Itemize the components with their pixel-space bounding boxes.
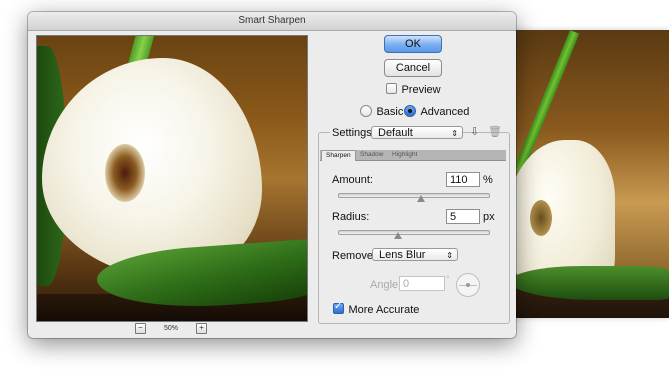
smart-sharpen-dialog: Smart Sharpen − 50% + OK Cancel Preview … — [28, 12, 516, 338]
save-settings-icon[interactable]: ⇩ — [470, 125, 479, 138]
window-title: Smart Sharpen — [28, 12, 516, 31]
angle-unit: ° — [446, 274, 450, 284]
preview-image[interactable] — [36, 35, 308, 322]
settings-value: Default — [378, 127, 413, 139]
amount-label: Amount: — [332, 174, 373, 186]
preview-flower-center — [105, 144, 145, 202]
more-accurate-toggle[interactable]: More Accurate — [333, 300, 419, 318]
angle-dial — [456, 273, 480, 297]
background-photo — [500, 30, 669, 318]
remove-value: Lens Blur — [379, 249, 426, 261]
zoom-controls: − 50% + — [36, 321, 306, 335]
basic-label: Basic — [376, 106, 404, 118]
preview-toggle[interactable]: Preview — [386, 80, 441, 98]
preview-checkbox[interactable] — [386, 83, 397, 95]
mode-basic[interactable]: Basic — [360, 102, 403, 120]
radius-unit: px — [483, 211, 495, 223]
tab-shadow[interactable]: Shadow — [356, 150, 388, 160]
photo-flower-center — [530, 200, 552, 236]
more-accurate-label: More Accurate — [348, 304, 420, 316]
trash-icon[interactable]: 🗑 — [488, 125, 502, 138]
ok-button[interactable]: OK — [384, 35, 442, 53]
remove-select[interactable]: Lens Blur ⇕ — [372, 248, 458, 261]
advanced-radio[interactable] — [404, 104, 416, 117]
mode-advanced[interactable]: Advanced — [404, 102, 469, 120]
tab-highlight[interactable]: Highlight — [388, 150, 421, 160]
zoom-level: 50% — [163, 324, 178, 332]
settings-label: Settings: — [330, 127, 377, 139]
basic-radio[interactable] — [360, 104, 372, 117]
zoom-out-icon[interactable]: − — [134, 322, 146, 334]
zoom-in-icon[interactable]: + — [196, 322, 207, 334]
amount-unit: % — [483, 174, 493, 186]
amount-slider[interactable] — [338, 193, 490, 198]
tab-strip: Sharpen Shadow Highlight — [320, 150, 506, 161]
tab-sharpen[interactable]: Sharpen — [321, 150, 356, 161]
angle-label: Angle: — [370, 279, 402, 291]
select-arrows-icon: ⇕ — [446, 251, 453, 260]
angle-input: 0 — [399, 276, 445, 291]
remove-label: Remove: — [332, 250, 377, 262]
radius-slider-thumb[interactable] — [394, 232, 402, 239]
amount-slider-thumb[interactable] — [417, 195, 425, 202]
cancel-button[interactable]: Cancel — [384, 59, 442, 77]
settings-select[interactable]: Default ⇕ — [371, 126, 463, 139]
amount-input[interactable]: 110 — [446, 172, 480, 187]
preview-label: Preview — [401, 84, 441, 96]
radius-label: Radius: — [332, 211, 370, 223]
advanced-label: Advanced — [420, 106, 470, 118]
radius-input[interactable]: 5 — [446, 209, 480, 224]
more-accurate-checkbox[interactable] — [333, 301, 344, 315]
select-arrows-icon: ⇕ — [451, 129, 458, 138]
radius-slider[interactable] — [338, 230, 490, 235]
